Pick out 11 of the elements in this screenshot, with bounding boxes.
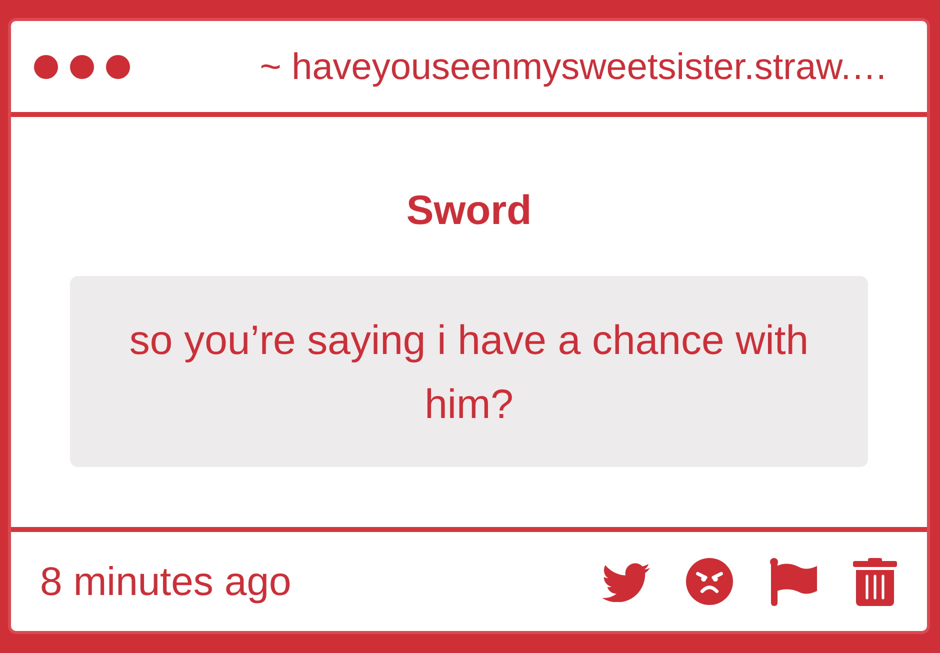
dot-icon (34, 54, 58, 78)
flag-icon[interactable] (769, 558, 817, 606)
timestamp: 8 minutes ago (40, 562, 292, 602)
post-title: Sword (406, 186, 532, 235)
url-text: ~ haveyouseenmysweetsister.straw.… (260, 48, 888, 85)
trash-icon[interactable] (853, 558, 897, 606)
dot-icon (70, 54, 94, 78)
message-text: so you’re saying i have a chance with him? (128, 316, 810, 428)
angry-face-icon[interactable] (686, 558, 733, 605)
dot-icon (106, 54, 130, 78)
bird-icon[interactable] (602, 562, 650, 602)
